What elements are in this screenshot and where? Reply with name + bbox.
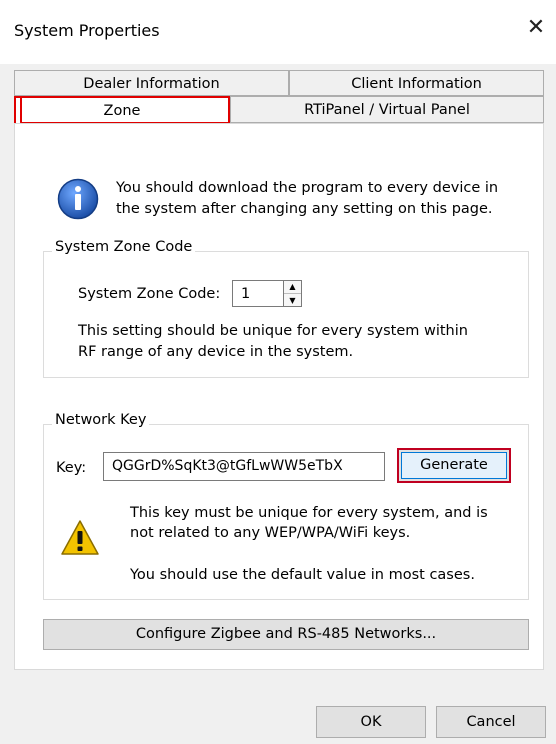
tab-zone[interactable]: Zone: [14, 96, 230, 124]
info-icon: [57, 178, 99, 220]
cancel-button[interactable]: Cancel: [436, 706, 546, 738]
network-note-line1: This key must be unique for every system…: [130, 505, 488, 521]
window-title: System Properties: [14, 21, 160, 40]
warning-icon: [60, 519, 100, 557]
ok-button[interactable]: OK: [316, 706, 426, 738]
zone-group-legend: System Zone Code: [52, 239, 196, 255]
close-icon[interactable]: ✕: [522, 14, 550, 42]
zone-code-label: System Zone Code:: [78, 286, 221, 302]
zone-note-line1: This setting should be unique for every …: [78, 323, 468, 339]
spin-up-icon[interactable]: ▲: [284, 281, 301, 294]
key-label: Key:: [56, 460, 87, 476]
zone-code-spinner[interactable]: ▲ ▼: [284, 280, 302, 307]
network-note-line2: not related to any WEP/WPA/WiFi keys.: [130, 525, 411, 541]
zone-note-line2: RF range of any device in the system.: [78, 344, 354, 360]
tab-rtipanel-virtual-panel[interactable]: RTiPanel / Virtual Panel: [230, 96, 544, 123]
tab-dealer-information[interactable]: Dealer Information: [14, 70, 289, 96]
tab-label: Dealer Information: [83, 76, 220, 92]
tab-label: Client Information: [351, 76, 482, 92]
network-key-input[interactable]: QGGrD%SqKt3@tGfLwWW5eTbX: [103, 452, 385, 481]
spin-down-icon[interactable]: ▼: [284, 294, 301, 307]
tab-client-information[interactable]: Client Information: [289, 70, 544, 96]
info-text-line1: You should download the program to every…: [116, 180, 499, 196]
tab-label: RTiPanel / Virtual Panel: [304, 102, 470, 118]
configure-networks-button[interactable]: Configure Zigbee and RS-485 Networks...: [43, 619, 529, 650]
zone-code-input[interactable]: 1: [232, 280, 284, 307]
info-text-line2: the system after changing any setting on…: [116, 201, 493, 217]
generate-button-frame: Generate: [397, 448, 511, 483]
tab-label: Zone: [103, 103, 141, 119]
generate-button[interactable]: Generate: [401, 452, 507, 479]
network-key-legend: Network Key: [52, 412, 150, 428]
network-note-line3: You should use the default value in most…: [130, 567, 475, 583]
